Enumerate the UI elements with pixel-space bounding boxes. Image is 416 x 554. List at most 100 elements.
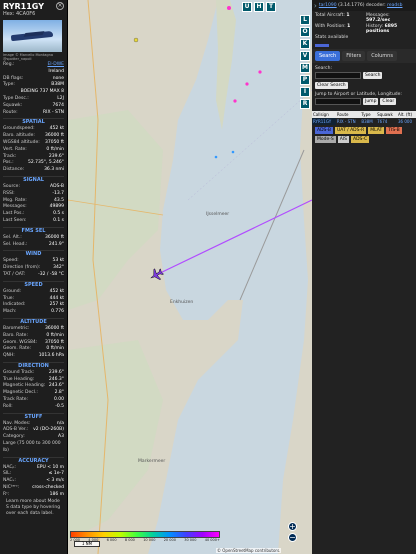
source-legend: ADS-B UAT / ADS-R MLAT TIS-B Mode-S AIS ADS-C [312, 125, 416, 145]
map-button-r[interactable]: R [300, 99, 310, 109]
marker-pink-top[interactable] [227, 6, 231, 10]
column-type[interactable]: Type [360, 111, 377, 118]
legend-item[interactable]: ADS-B [315, 127, 333, 134]
aircraft-info-panel: RYR11GY × Hex: 4CA0F6 Image © Marcello M… [0, 0, 68, 554]
search-section: Search: Search Clear Search Jump to Airp… [312, 63, 416, 111]
marker-yellow[interactable] [133, 37, 139, 43]
info-value: cross-checked [32, 485, 64, 491]
column-callsign[interactable]: Callsign [312, 111, 336, 118]
cell-altitude: 36 000 [398, 119, 413, 124]
map-canvas[interactable] [68, 0, 312, 554]
map-button-h[interactable]: H [254, 2, 264, 12]
stat-history: History: 6895 positions [366, 24, 413, 34]
info-label: NICᵇᵃʳᵒ: [3, 485, 20, 491]
info-label: Mach: [3, 309, 17, 315]
clear-search-button[interactable]: Clear Search [315, 82, 348, 89]
map-attribution[interactable]: © OpenStreetMap contributors. [216, 548, 282, 553]
info-label: Barometric: [3, 325, 30, 331]
cell-squawk: 7674 [377, 119, 388, 124]
cell-callsign[interactable]: RYR11GY [312, 118, 336, 125]
map-button-u[interactable]: U [242, 2, 252, 12]
search-input[interactable] [315, 72, 361, 79]
afsluitdijk-dike [239, 149, 305, 301]
stat-with-position: With Position: 1 [315, 24, 362, 34]
info-row: Last Seen: 0.1 s [3, 218, 64, 225]
marker-pink-3[interactable] [233, 99, 237, 103]
map-button-t[interactable]: T [266, 2, 276, 12]
map-button-i[interactable]: I [300, 87, 310, 97]
info-value: BOEING 737 MAX 8 [20, 89, 64, 95]
map-button-l[interactable]: L [300, 15, 310, 25]
search-label: Search: [315, 66, 332, 71]
info-value: 0.00 [53, 397, 64, 403]
map-view[interactable]: IJsselmeer Markermeer Enkhuizen U H T L … [68, 0, 312, 554]
zoom-out-button[interactable]: − [288, 533, 297, 542]
map-button-p[interactable]: P [300, 75, 310, 85]
marker-blue-2[interactable] [231, 150, 235, 154]
legend-item[interactable]: AIS [337, 136, 350, 143]
map-button-v[interactable]: V [300, 51, 310, 61]
info-row: Source: ADS-B [3, 184, 64, 191]
info-value: 36000 ft [44, 133, 64, 139]
column-squawk[interactable]: Squawk [376, 111, 398, 118]
close-icon[interactable]: × [56, 2, 64, 10]
info-row: Route: RIX - STN [3, 110, 64, 117]
legend-item[interactable]: Mode-S [315, 136, 336, 143]
info-row: Baro. altitude: 36000 ft [3, 133, 64, 140]
help-note: Learn more about Mode S data type by hov… [6, 498, 61, 516]
info-label: Last Pos.: [3, 211, 25, 217]
legend-item[interactable]: MLAT [368, 127, 385, 134]
search-button[interactable]: Search [363, 72, 383, 79]
chevron-right-icon[interactable]: › [314, 2, 317, 10]
jump-label: Jump to Airport or Latitude, Longitude: [315, 92, 402, 97]
info-row: Mach: 0.776 [3, 309, 64, 316]
legend-item[interactable]: ADS-C [351, 136, 370, 143]
tar1090-link[interactable]: tar1090 [319, 3, 337, 8]
info-row: Ireland [3, 69, 64, 76]
marker-pink-2[interactable] [245, 82, 249, 86]
info-row: Direction (from): 342° [3, 265, 64, 272]
info-value: 452 kt [49, 288, 64, 294]
jump-input[interactable] [315, 98, 361, 105]
sidebar-header: › tar1090 (3.14.1776) decoder: readsb [312, 0, 416, 11]
stats-block: Total Aircraft: 1 Messages: 597.2/sec Wi… [312, 11, 416, 42]
legend-item[interactable]: TIS-B [386, 127, 402, 134]
column-route[interactable]: Route [335, 111, 361, 118]
stat-label: Total Aircraft: [315, 13, 345, 18]
zoom-in-button[interactable]: + [288, 522, 297, 531]
aircraft-photo[interactable] [3, 20, 62, 52]
legend-item[interactable]: UAT / ADS-R [334, 127, 367, 134]
map-button-k[interactable]: K [300, 39, 310, 49]
column-altitude[interactable]: Alt. (ft) [397, 111, 416, 118]
info-row: Rᶜ: 186 m [3, 492, 64, 499]
marker-blue[interactable] [214, 155, 218, 159]
tab-columns[interactable]: Columns [367, 51, 397, 61]
info-value[interactable]: EI-DWE [47, 62, 64, 69]
info-label: Sel. Head.: [3, 241, 28, 247]
readsb-link[interactable]: readsb [387, 3, 402, 8]
marker-pink-1[interactable] [258, 70, 262, 74]
place-enkhuizen: Enkhuizen [170, 300, 194, 305]
jump-button[interactable]: Jump [363, 98, 379, 105]
place-markermeer: Markermeer [138, 459, 166, 464]
info-value: 239.6° [48, 369, 64, 375]
jump-clear-button[interactable]: Clear [380, 98, 397, 105]
info-label: Last Seen: [3, 217, 27, 223]
info-value: 0 ft/min [46, 332, 64, 338]
info-label: Ground Track: [3, 369, 35, 375]
colorbar-label: 10 000 [143, 538, 156, 542]
tab-search[interactable]: Search [315, 51, 341, 61]
tab-filters[interactable]: Filters [342, 51, 366, 61]
info-label: TAT / OAT: [3, 271, 26, 277]
table-row[interactable]: RYR11GY RIX - STN B38M 7674 36 000 [312, 118, 416, 125]
info-label: WGS84 altitude: [3, 139, 40, 145]
stats-available-link[interactable]: Stats available [315, 35, 362, 40]
info-label: RSSI: [3, 190, 15, 196]
colorbar-label: 40 000+ [204, 538, 220, 542]
map-side-buttons: L O K V M P I R [300, 15, 310, 109]
stat-value: 597.2/sec [366, 18, 391, 23]
map-button-o[interactable]: O [300, 27, 310, 37]
info-label: Squawk: [3, 102, 23, 108]
colorbar-label: 20 000 [163, 538, 176, 542]
map-button-m[interactable]: M [300, 63, 310, 73]
